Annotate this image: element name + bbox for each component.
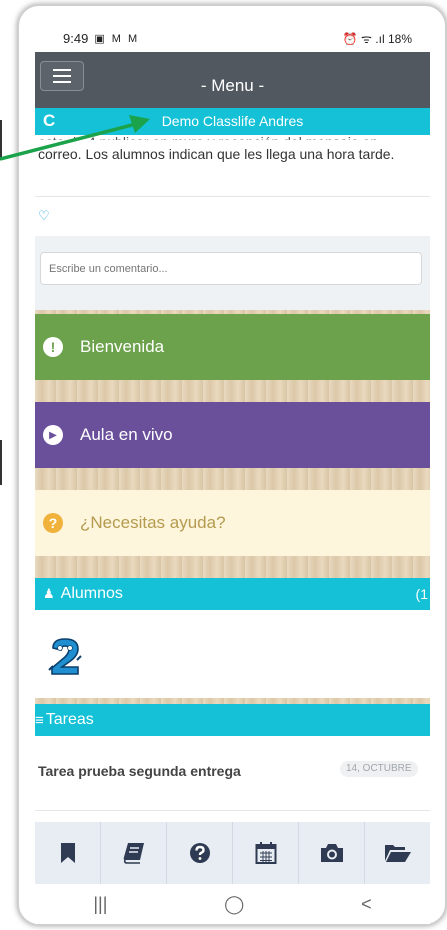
play-icon: ▶ [43, 425, 63, 445]
bookmark-icon [60, 843, 75, 863]
students-section-header[interactable]: ♟ Alumnos (1 [35, 578, 430, 610]
divider [35, 810, 430, 811]
like-heart-icon[interactable]: ♡ [38, 208, 50, 224]
welcome-card[interactable]: ! Bienvenida [35, 314, 430, 380]
live-class-card[interactable]: ▶ Aula en vivo [35, 402, 430, 468]
task-date-badge: 14, OCTUBRE [340, 761, 418, 777]
post-body: esto de 4 publicar en muro y recepción d… [38, 132, 428, 178]
top-app-bar: - Menu - [35, 52, 430, 108]
back-icon[interactable]: < [361, 894, 372, 915]
post-clipped-line: esto de 4 publicar en muro y recepción d… [38, 132, 428, 140]
side-marker [0, 120, 2, 160]
student-avatar[interactable] [44, 636, 86, 678]
tasks-section-header[interactable]: ≡ Tareas [35, 704, 430, 736]
comment-area [35, 236, 430, 310]
book-nav-button[interactable] [101, 822, 167, 884]
book-icon [123, 843, 144, 864]
students-count: (1 [415, 586, 428, 602]
folder-nav-button[interactable] [365, 822, 430, 884]
calendar-icon [255, 842, 276, 864]
bookmark-nav-button[interactable] [35, 822, 101, 884]
status-bar: 9:49 ▣ M M ⏰ ᯤ .ıl 18% [35, 26, 430, 50]
camera-icon [320, 844, 343, 862]
class-title-bar: C Demo Classlife Andres [35, 108, 430, 135]
wood-strip [35, 380, 430, 402]
class-title: Demo Classlife Andres [161, 113, 304, 129]
help-nav-button[interactable] [167, 822, 233, 884]
status-time: 9:49 [63, 30, 89, 46]
help-label: ¿Necesitas ayuda? [80, 513, 226, 532]
welcome-label: Bienvenida [80, 337, 165, 356]
post-text: correo. Los alumnos indican que les lleg… [38, 146, 395, 162]
question-circle-icon: ? [43, 513, 63, 533]
side-marker [0, 440, 2, 485]
exclamation-icon: ! [43, 337, 63, 357]
camera-nav-button[interactable] [299, 822, 365, 884]
divider [35, 196, 430, 197]
menu-title[interactable]: - Menu - [35, 76, 430, 96]
calendar-nav-button[interactable] [233, 822, 299, 884]
task-title[interactable]: Tarea prueba segunda entrega [38, 763, 241, 779]
bottom-nav [35, 822, 430, 884]
hamburger-line [53, 69, 71, 71]
help-card[interactable]: ? ¿Necesitas ayuda? [35, 490, 430, 556]
home-icon[interactable]: ◯ [224, 894, 244, 915]
wood-strip [35, 556, 430, 578]
tasks-label: Tareas [45, 711, 94, 728]
question-icon [189, 843, 210, 863]
comment-input[interactable] [40, 252, 422, 285]
live-class-label: Aula en vivo [80, 425, 173, 444]
folder-open-icon [384, 845, 411, 862]
status-notifications: ▣ M M [94, 32, 140, 45]
android-navigation-bar: ||| ◯ < [35, 884, 430, 924]
user-icon: ♟ [43, 586, 55, 601]
recent-apps-icon[interactable]: ||| [93, 894, 107, 915]
students-label: Alumnos [60, 585, 123, 602]
status-right: ⏰ ᯤ .ıl 18% [342, 31, 412, 46]
list-icon: ≡ [35, 711, 44, 729]
wood-strip [35, 468, 430, 490]
